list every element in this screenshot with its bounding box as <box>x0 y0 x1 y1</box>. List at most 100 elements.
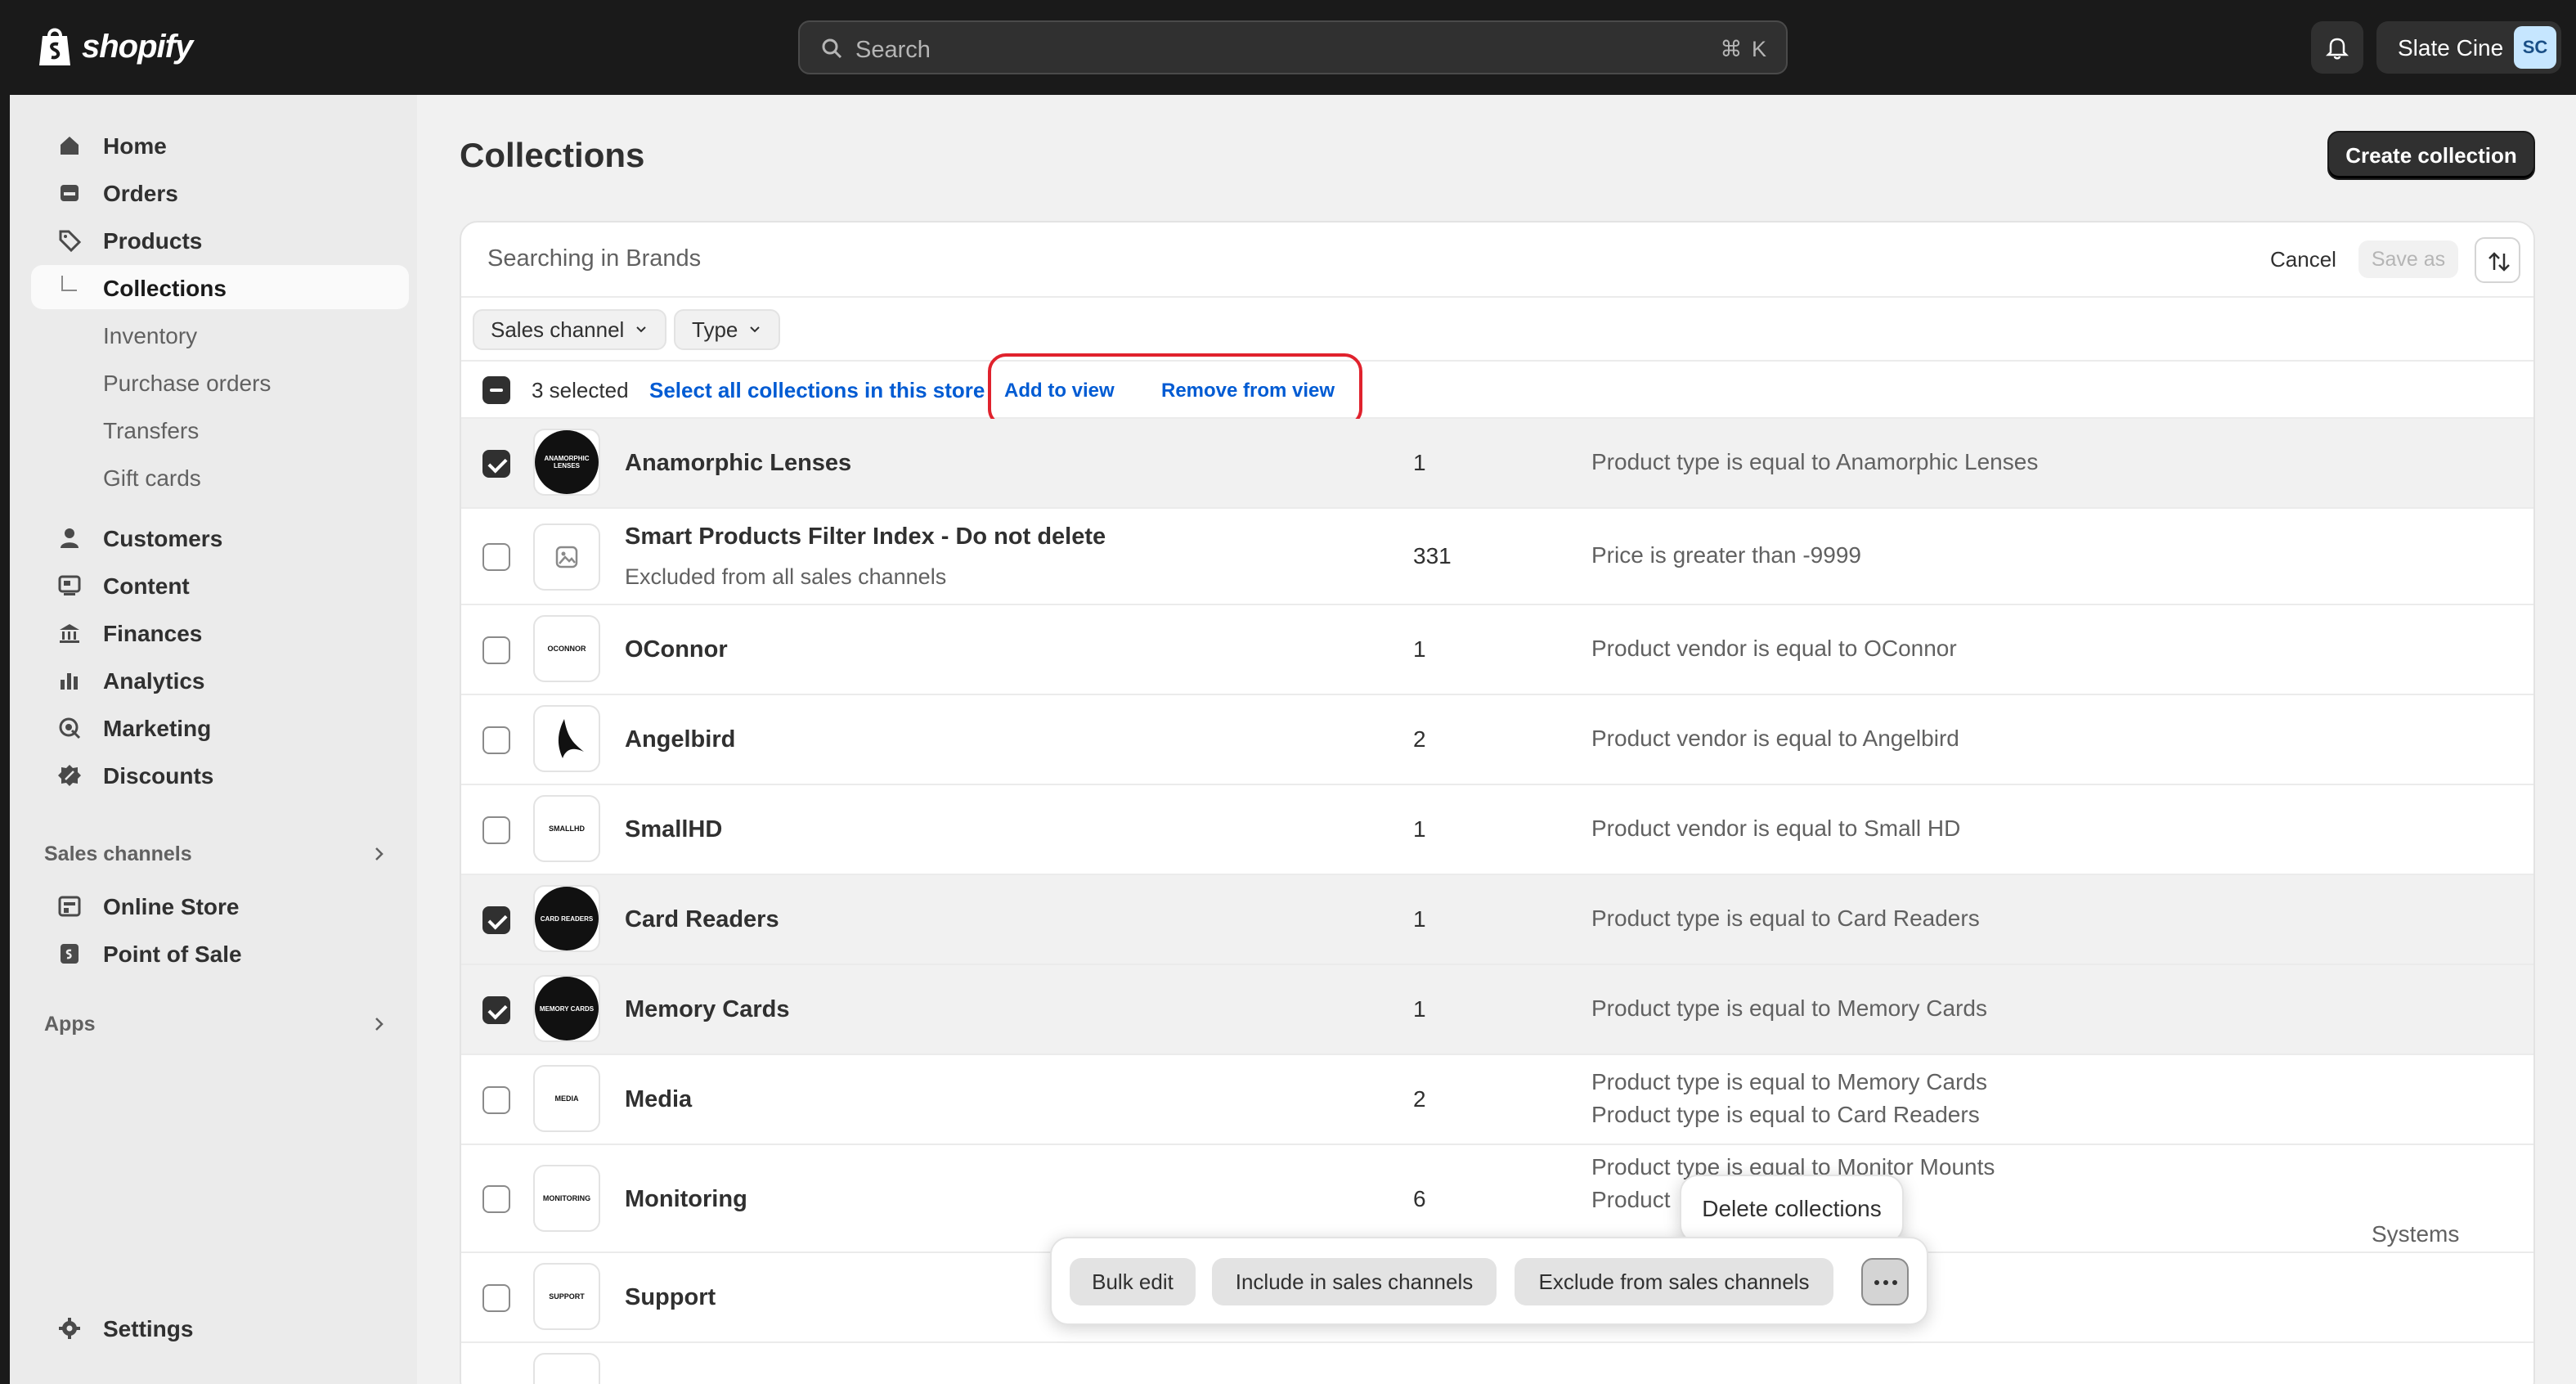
add-to-view-button[interactable]: Add to view <box>1004 380 1115 402</box>
filter-query-input[interactable]: Searching in Brands <box>487 245 701 272</box>
sidebar-item-products[interactable]: Products <box>31 218 409 262</box>
sidebar-item-finances[interactable]: Finances <box>31 610 409 654</box>
exclude-from-sales-channels-button[interactable]: Exclude from sales channels <box>1515 1258 1833 1305</box>
table-row[interactable]: MEMORY CARDS Memory Cards 1 Product type… <box>461 965 2533 1055</box>
table-row[interactable]: MEDIA Media 2 Product type is equal to M… <box>461 1055 2533 1145</box>
table-row[interactable]: SMALLHD SmallHD 1 Product vendor is equa… <box>461 785 2533 875</box>
sidebar-item-label: Products <box>103 228 203 254</box>
table-row[interactable]: Smart Products Filter Index - Do not del… <box>461 509 2533 605</box>
collection-thumbnail <box>533 1353 600 1384</box>
collection-title[interactable]: SmallHD <box>625 816 722 843</box>
product-count: 1 <box>1413 636 1426 662</box>
collection-title[interactable]: Angelbird <box>625 726 735 753</box>
sidebar-item-purchase-orders[interactable]: Purchase orders <box>31 360 409 404</box>
row-checkbox[interactable] <box>482 450 510 478</box>
collection-title[interactable]: Support <box>625 1284 716 1311</box>
thumbnail-text: SUPPORT <box>549 1292 585 1301</box>
row-checkbox[interactable] <box>482 1086 510 1114</box>
product-count: 1 <box>1413 996 1426 1022</box>
product-count: 1 <box>1413 450 1426 475</box>
product-count: 1 <box>1413 816 1426 842</box>
include-in-sales-channels-button[interactable]: Include in sales channels <box>1212 1258 1497 1305</box>
chevron-right-icon[interactable] <box>370 1014 389 1034</box>
sidebar-item-home[interactable]: Home <box>31 123 409 167</box>
more-actions-popover: Delete collections <box>1680 1175 1904 1243</box>
collection-condition: Price is greater than -9999 <box>1591 542 1861 568</box>
sales-channel-filter[interactable]: Sales channel <box>473 309 667 350</box>
select-all-link[interactable]: Select all collections in this store <box>649 378 985 403</box>
sales-channels-heading[interactable]: Sales channels <box>44 843 192 866</box>
row-checkbox[interactable] <box>482 543 510 571</box>
pos-icon <box>61 944 79 964</box>
collection-title[interactable]: Card Readers <box>625 906 779 933</box>
sidebar-item-point-of-sale[interactable]: Point of Sale <box>31 931 409 975</box>
person-icon <box>61 528 79 548</box>
row-checkbox[interactable] <box>482 1185 510 1213</box>
create-collection-button[interactable]: Create collection <box>2327 131 2535 180</box>
account-name: Slate Cine <box>2398 35 2504 61</box>
type-filter[interactable]: Type <box>674 309 781 350</box>
sidebar-item-discounts[interactable]: Discounts <box>31 753 409 797</box>
account-menu[interactable]: Slate Cine SC <box>2376 21 2561 74</box>
row-checkbox[interactable] <box>482 906 510 934</box>
bulk-edit-button[interactable]: Bulk edit <box>1070 1258 1196 1305</box>
row-checkbox[interactable] <box>482 636 510 664</box>
sidebar-item-collections[interactable]: Collections <box>31 265 409 309</box>
sort-button[interactable] <box>2475 237 2520 283</box>
delete-collections-item[interactable]: Delete collections <box>1702 1196 1881 1222</box>
collection-thumbnail <box>533 523 600 591</box>
more-actions-button[interactable] <box>1861 1258 1909 1305</box>
table-row[interactable]: CARD READERS Card Readers 1 Product type… <box>461 875 2533 965</box>
sidebar-item-settings[interactable]: Settings <box>31 1305 409 1350</box>
row-checkbox[interactable] <box>482 1284 510 1312</box>
collection-thumbnail: OCONNOR <box>533 615 600 682</box>
sidebar-item-gift-cards[interactable]: Gift cards <box>31 455 409 499</box>
collection-title[interactable]: Memory Cards <box>625 996 789 1023</box>
sidebar-item-content[interactable]: Content <box>31 563 409 607</box>
sidebar-item-online-store[interactable]: Online Store <box>31 883 409 928</box>
row-checkbox[interactable] <box>482 726 510 754</box>
collection-condition: Product type is equal to Card Readers <box>1591 1102 1980 1127</box>
chevron-right-icon[interactable] <box>370 844 389 864</box>
collection-thumbnail: ANAMORPHIC LENSES <box>533 429 600 496</box>
sidebar-item-label: Finances <box>103 621 203 646</box>
notifications-button[interactable] <box>2311 21 2363 74</box>
row-checkbox[interactable] <box>482 996 510 1024</box>
table-row[interactable]: Angelbird 2 Product vendor is equal to A… <box>461 695 2533 785</box>
tag-icon <box>59 230 82 253</box>
collections-table-card: Searching in Brands Cancel Save as Sales… <box>460 221 2535 1384</box>
sidebar-item-transfers[interactable]: Transfers <box>31 407 409 452</box>
deselect-all-checkbox[interactable] <box>482 376 510 404</box>
table-row[interactable]: OCONNOR OConnor 1 Product vendor is equa… <box>461 605 2533 695</box>
sidebar-item-label: Collections <box>103 276 227 301</box>
chip-label: Sales channel <box>491 317 625 342</box>
sidebar-item-analytics[interactable]: Analytics <box>31 658 409 702</box>
sidebar-item-inventory[interactable]: Inventory <box>31 312 409 357</box>
sidebar-item-marketing[interactable]: Marketing <box>31 705 409 749</box>
apps-heading[interactable]: Apps <box>44 1013 96 1036</box>
collection-title[interactable]: OConnor <box>625 636 728 663</box>
collection-title[interactable]: Anamorphic Lenses <box>625 450 851 477</box>
shopify-logo[interactable]: shopify <box>36 25 193 69</box>
collection-title[interactable]: Monitoring <box>625 1186 747 1213</box>
collection-title[interactable]: Smart Products Filter Index - Do not del… <box>625 523 1106 550</box>
save-as-button[interactable]: Save as <box>2358 240 2458 278</box>
thumbnail-text: OCONNOR <box>547 645 586 653</box>
bulk-selection-bar: 3 selected Select all collections in thi… <box>461 353 2533 427</box>
search-input[interactable]: Search ⌘ K <box>798 20 1788 74</box>
sidebar-item-orders[interactable]: Orders <box>31 170 409 214</box>
sidebar-item-label: Transfers <box>103 418 200 443</box>
sidebar-item-label: Orders <box>103 181 178 206</box>
collection-thumbnail <box>533 705 600 772</box>
logo-wordmark: shopify <box>82 28 193 65</box>
remove-from-view-button[interactable]: Remove from view <box>1161 380 1335 402</box>
row-checkbox[interactable] <box>482 816 510 844</box>
collection-thumbnail: CARD READERS <box>533 885 600 952</box>
collection-title[interactable]: Media <box>625 1086 692 1113</box>
sidebar-item-customers[interactable]: Customers <box>31 515 409 559</box>
collection-condition: Product vendor is equal to Angelbird <box>1591 726 1959 751</box>
cancel-button[interactable]: Cancel <box>2270 247 2336 272</box>
collection-thumbnail: MEDIA <box>533 1065 600 1132</box>
table-row[interactable]: ANAMORPHIC LENSES Anamorphic Lenses 1 Pr… <box>461 419 2533 509</box>
table-row[interactable] <box>461 1343 2533 1384</box>
